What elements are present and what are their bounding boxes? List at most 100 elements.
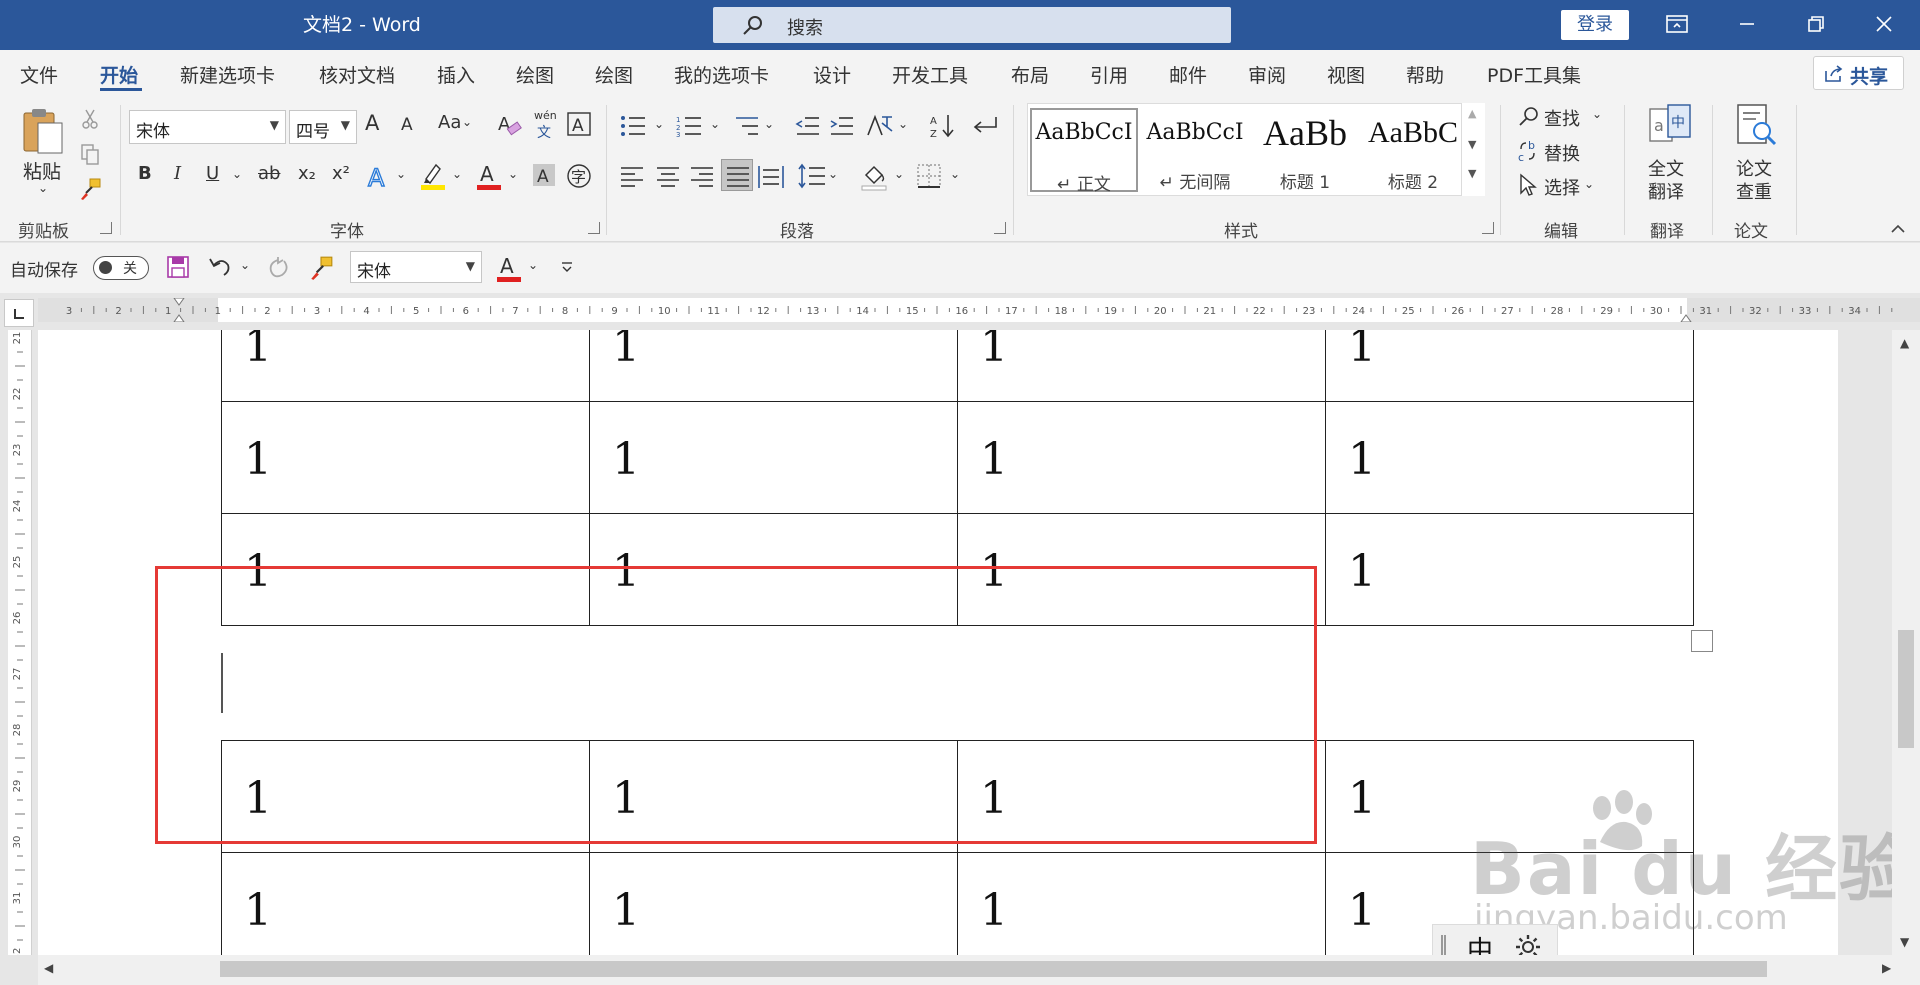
align-right-icon[interactable] <box>690 165 714 187</box>
format-painter-qat-icon[interactable] <box>308 255 334 281</box>
right-indent-marker-icon[interactable] <box>1680 314 1692 322</box>
table-cell[interactable]: 1 <box>1325 401 1694 514</box>
table-cell[interactable]: 1 <box>221 401 590 514</box>
change-case-chevron-icon[interactable]: ⌄ <box>462 115 472 129</box>
tab-draw-2[interactable]: 绘图 <box>595 61 633 88</box>
tab-review[interactable]: 审阅 <box>1248 61 1286 88</box>
table-cell[interactable]: 1 <box>589 852 958 955</box>
underline-chevron-icon[interactable]: ⌄ <box>232 167 242 181</box>
find-label[interactable]: 查找 <box>1544 105 1580 131</box>
style-normal[interactable]: AaBbCcI ↵ 正文 <box>1030 108 1138 195</box>
scrollbar-thumb[interactable] <box>1898 630 1914 748</box>
character-shading-icon[interactable]: A <box>532 163 556 187</box>
scroll-up-icon[interactable]: ▲ <box>1468 107 1476 120</box>
pinyin-guide-button[interactable]: wén 文 <box>533 109 557 141</box>
tab-references[interactable]: 引用 <box>1090 61 1128 88</box>
close-icon[interactable] <box>1864 6 1904 42</box>
vertical-scrollbar[interactable]: ▲ ▼ <box>1892 330 1920 955</box>
superscript-button[interactable]: x² <box>332 163 350 184</box>
qat-font-color-icon[interactable]: A <box>496 253 522 283</box>
distributed-icon[interactable] <box>758 165 784 189</box>
strikethrough-button[interactable]: ab <box>258 163 280 184</box>
select-cursor-icon[interactable] <box>1518 173 1538 197</box>
paste-button[interactable] <box>20 105 66 165</box>
line-spacing-icon[interactable] <box>798 163 826 189</box>
indent-marker-icon[interactable] <box>173 298 185 322</box>
font-color-chevron-icon[interactable]: ⌄ <box>508 167 518 181</box>
enclose-characters-icon[interactable]: 字 <box>566 163 592 189</box>
ime-drag-handle[interactable] <box>1441 935 1446 957</box>
decrease-indent-icon[interactable] <box>795 115 819 137</box>
replace-icon[interactable]: bc <box>1516 139 1540 163</box>
bullets-icon[interactable] <box>620 115 646 137</box>
align-center-icon[interactable] <box>656 165 680 187</box>
tab-view[interactable]: 视图 <box>1327 61 1365 88</box>
increase-indent-icon[interactable] <box>829 115 853 137</box>
horizontal-scrollbar[interactable]: ◀ ▶ <box>38 955 1920 985</box>
undo-icon[interactable] <box>208 255 232 279</box>
table-cell[interactable]: 1 <box>1325 513 1694 626</box>
select-chevron-icon[interactable]: ⌄ <box>1584 177 1594 191</box>
bold-button[interactable]: B <box>138 163 152 184</box>
bullets-chevron-icon[interactable]: ⌄ <box>654 117 664 131</box>
justify-button[interactable] <box>721 159 753 191</box>
paste-dropdown-chevron-icon[interactable]: ⌄ <box>38 181 48 195</box>
copy-icon[interactable] <box>80 143 100 165</box>
select-label[interactable]: 选择 <box>1544 174 1580 200</box>
login-button[interactable]: 登录 <box>1561 10 1629 40</box>
shading-chevron-icon[interactable]: ⌄ <box>894 167 904 181</box>
shading-icon[interactable] <box>860 163 888 191</box>
cut-icon[interactable] <box>82 109 98 129</box>
tab-layout[interactable]: 布局 <box>1011 61 1049 88</box>
text-effects-chevron-icon[interactable]: ⌄ <box>396 167 406 181</box>
table-cell[interactable]: 1 <box>1325 740 1694 853</box>
multilevel-chevron-icon[interactable]: ⌄ <box>764 117 774 131</box>
font-size-dropdown[interactable]: 四号 ▼ <box>289 110 357 144</box>
subscript-button[interactable]: x₂ <box>298 163 316 184</box>
character-border-icon[interactable]: A <box>567 112 591 136</box>
numbering-icon[interactable]: 123 <box>676 115 702 137</box>
autosave-toggle[interactable]: 关 <box>93 256 149 280</box>
tab-new-tab[interactable]: 新建选项卡 <box>180 61 275 88</box>
scroll-left-arrow-icon[interactable]: ◀ <box>44 961 53 975</box>
highlight-chevron-icon[interactable]: ⌄ <box>452 167 462 181</box>
vertical-ruler[interactable]: 21 22 23 24 25 26 27 28 29 30 31 32 <box>8 330 32 983</box>
borders-chevron-icon[interactable]: ⌄ <box>950 167 960 181</box>
scroll-down-icon[interactable]: ▼ <box>1468 138 1476 151</box>
table-cell[interactable]: 1 <box>589 401 958 514</box>
text-effects-icon[interactable]: A <box>366 164 392 190</box>
font-color-icon[interactable]: A <box>476 161 502 191</box>
format-painter-icon[interactable] <box>78 177 102 201</box>
undo-chevron-icon[interactable]: ⌄ <box>240 258 250 272</box>
restore-icon[interactable] <box>1796 6 1836 42</box>
table-cell[interactable]: 1 <box>221 852 590 955</box>
full-text-translate-button[interactable]: a中 全文 翻译 <box>1642 103 1694 205</box>
table-cell[interactable]: 1 <box>957 852 1326 955</box>
paragraph-launcher-icon[interactable] <box>994 222 1006 234</box>
show-paragraph-marks-icon[interactable] <box>970 113 998 139</box>
table-cell[interactable]: 1 <box>1325 330 1694 402</box>
tab-home[interactable]: 开始 <box>100 61 138 88</box>
clear-formatting-icon[interactable]: A <box>496 111 522 137</box>
underline-button[interactable]: U <box>206 163 219 184</box>
tab-my-tab[interactable]: 我的选项卡 <box>674 61 769 88</box>
borders-icon[interactable] <box>916 163 942 189</box>
qat-font-dropdown[interactable]: 宋体 ▼ <box>350 251 482 283</box>
grow-font-icon[interactable]: A <box>365 111 379 135</box>
sort-icon[interactable]: AZ <box>930 113 956 139</box>
style-heading-2[interactable]: AaBbC 标题 2 <box>1359 108 1467 193</box>
find-icon[interactable] <box>1518 105 1540 127</box>
gallery-more-icon[interactable]: ▼ <box>1468 167 1476 180</box>
font-name-dropdown[interactable]: 宋体 ▼ <box>129 110 286 144</box>
line-spacing-chevron-icon[interactable]: ⌄ <box>828 167 838 181</box>
customize-qat-icon[interactable] <box>560 261 574 275</box>
align-left-icon[interactable] <box>620 165 644 187</box>
shrink-font-icon[interactable]: A <box>401 115 413 135</box>
styles-launcher-icon[interactable] <box>1482 222 1494 234</box>
find-chevron-icon[interactable]: ⌄ <box>1592 107 1602 121</box>
thesis-check-button[interactable]: 论文 查重 <box>1730 103 1782 205</box>
search-input[interactable]: 搜索 <box>713 7 1231 43</box>
font-launcher-icon[interactable] <box>588 222 600 234</box>
table-resize-handle[interactable] <box>1691 630 1713 652</box>
numbering-chevron-icon[interactable]: ⌄ <box>710 117 720 131</box>
